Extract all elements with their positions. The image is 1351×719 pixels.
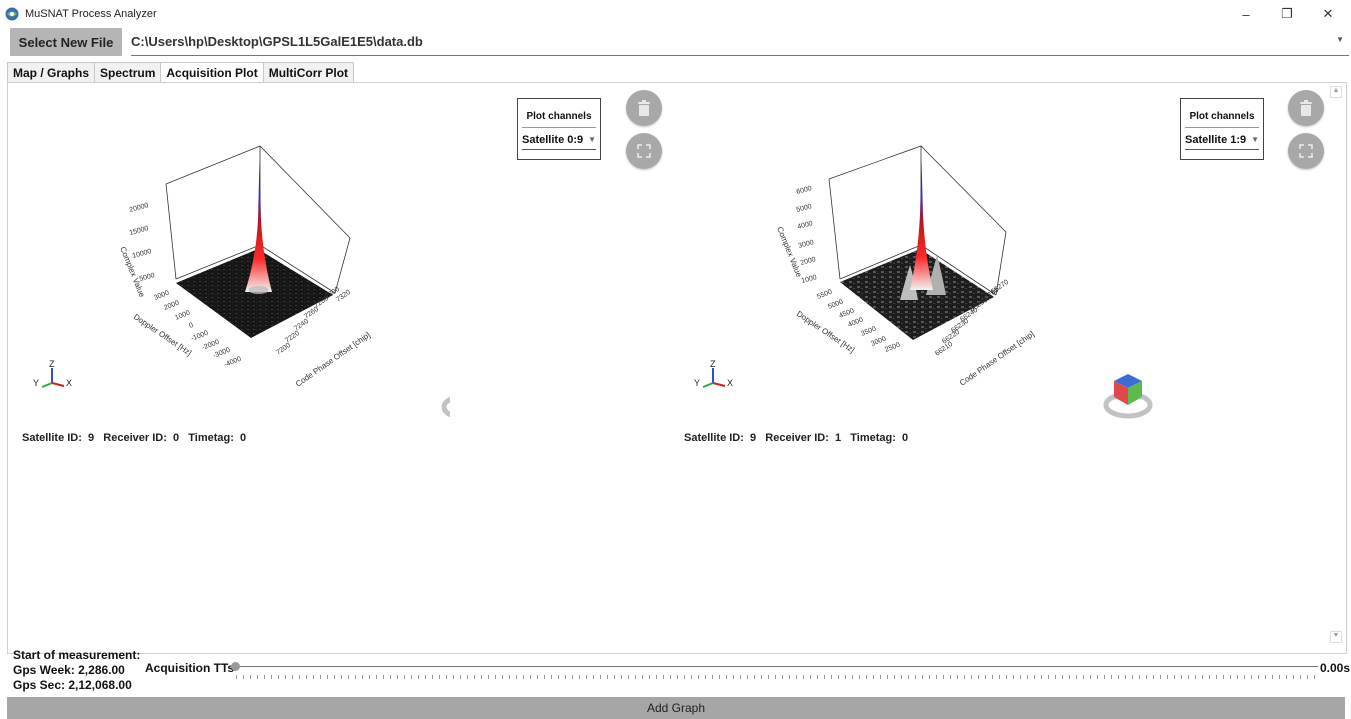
file-path-combobox[interactable]: C:\Users\hp\Desktop\GPSL1L5GalE1E5\data.… — [131, 28, 1349, 56]
plot-channels-title: Plot channels — [1189, 111, 1255, 122]
x-tick: 2000 — [163, 299, 180, 311]
select-new-file-button[interactable]: Select New File — [10, 28, 122, 56]
close-button[interactable]: ✕ — [1308, 2, 1348, 26]
scroll-down-arrow[interactable]: ▼ — [1330, 631, 1342, 643]
title-bar: MuSNAT Process Analyzer – ❐ ✕ — [0, 0, 1351, 28]
delete-graph-button[interactable] — [626, 90, 662, 126]
x-axis-label: Doppler Offset [Hz] — [132, 312, 193, 357]
channel-select-value: Satellite 1:9 — [1185, 134, 1247, 146]
x-tick: -1000 — [190, 330, 209, 343]
z-tick: 1000 — [801, 274, 818, 285]
add-graph-button[interactable]: Add Graph — [7, 697, 1345, 719]
channel-select[interactable]: Satellite 1:9 ▼ — [1185, 131, 1259, 150]
fullscreen-icon — [1299, 144, 1313, 158]
z-tick: 3000 — [798, 239, 815, 250]
x-tick: -3000 — [212, 347, 231, 360]
z-tick: 5000 — [796, 203, 813, 214]
chevron-down-icon[interactable]: ▼ — [1336, 35, 1344, 44]
view-cube-icon[interactable] — [441, 376, 450, 418]
tab-spectrum[interactable]: Spectrum — [94, 62, 162, 83]
x-tick: 0 — [188, 322, 194, 330]
y-axis-label: Code Phase Offset [chip] — [294, 330, 372, 388]
divider — [1185, 127, 1259, 128]
x-tick: 5000 — [827, 298, 844, 310]
y-tick: 66270 — [990, 279, 1010, 296]
triad-x-label: X — [727, 378, 733, 388]
y-axis-label: Code Phase Offset [chip] — [958, 329, 1036, 387]
plot-channels-title: Plot channels — [526, 111, 592, 122]
triad-z-label: Z — [710, 359, 716, 369]
acquisition-3d-plot-1[interactable]: 20000 15000 10000 5000 Complex Value 300… — [20, 110, 450, 430]
trash-icon — [1300, 100, 1312, 116]
tab-multicorr-plot[interactable]: MultiCorr Plot — [262, 62, 355, 83]
fullscreen-button[interactable] — [1288, 133, 1324, 169]
plot-channels-group-2: Plot channels Satellite 1:9 ▼ — [1180, 98, 1264, 160]
plot-channels-group-1: Plot channels Satellite 0:9 ▼ — [517, 98, 601, 160]
divider — [522, 127, 596, 128]
measurement-info: Start of measurement: Gps Week: 2,286.00… — [13, 648, 140, 693]
x-tick: 1000 — [174, 309, 191, 321]
window-title: MuSNAT Process Analyzer — [25, 8, 157, 20]
fullscreen-icon — [637, 144, 651, 158]
z-axis-label: Complex Value — [775, 225, 804, 279]
file-path-text: C:\Users\hp\Desktop\GPSL1L5GalE1E5\data.… — [131, 34, 423, 49]
chevron-down-icon[interactable]: ▼ — [588, 135, 596, 144]
satellite-info-1: Satellite ID: 9 Receiver ID: 0 Timetag: … — [22, 432, 247, 444]
x-tick: 4500 — [838, 307, 855, 319]
x-tick: -4000 — [223, 356, 242, 369]
fullscreen-button[interactable] — [626, 133, 662, 169]
chevron-down-icon[interactable]: ▼ — [1251, 135, 1259, 144]
y-tick: 7220 — [284, 330, 301, 345]
view-cube-icon[interactable] — [1103, 374, 1153, 419]
satellite-info-2: Satellite ID: 9 Receiver ID: 1 Timetag: … — [684, 432, 909, 444]
scroll-up-arrow[interactable]: ▲ — [1330, 86, 1342, 98]
z-tick: 20000 — [129, 202, 150, 214]
axis-triad-icon: Z Y X — [694, 359, 733, 388]
x-tick: 3000 — [153, 289, 170, 301]
x-tick: 2500 — [884, 341, 901, 353]
x-tick: 3000 — [870, 335, 887, 347]
minimize-button[interactable]: – — [1226, 2, 1266, 26]
trash-icon — [638, 100, 650, 116]
x-tick: 5500 — [816, 288, 833, 300]
app-logo-icon — [5, 7, 19, 21]
z-tick: 15000 — [129, 225, 150, 237]
channel-select[interactable]: Satellite 0:9 ▼ — [522, 131, 596, 150]
triad-z-label: Z — [49, 359, 55, 369]
triad-y-label: Y — [33, 378, 39, 388]
channel-select-value: Satellite 0:9 — [522, 134, 584, 146]
slider-ticks — [236, 675, 1318, 679]
z-tick: 10000 — [132, 248, 153, 260]
tab-acquisition-plot[interactable]: Acquisition Plot — [160, 62, 264, 83]
acquisition-slider-handle[interactable] — [231, 662, 240, 671]
z-tick: 2000 — [800, 256, 817, 267]
measurement-title: Start of measurement: — [13, 648, 141, 662]
x-tick: 4000 — [847, 316, 864, 328]
acquisition-3d-plot-2[interactable]: 6000 5000 4000 3000 2000 1000 Complex Va… — [680, 110, 1180, 430]
delete-graph-button[interactable] — [1288, 90, 1324, 126]
peak-base — [248, 286, 269, 294]
triad-x-label: X — [66, 378, 72, 388]
axis-triad-icon: Z Y X — [33, 359, 72, 388]
acquisition-tts-label: Acquisition TTs — [145, 661, 235, 675]
tab-bar: Map / Graphs Spectrum Acquisition Plot M… — [7, 62, 355, 83]
triad-y-label: Y — [694, 378, 700, 388]
gps-sec: Gps Sec: 2,12,068.00 — [13, 678, 132, 692]
z-tick: 6000 — [796, 185, 813, 196]
slider-value: 0.00s — [1320, 661, 1351, 675]
x-tick: -2000 — [201, 339, 220, 352]
y-tick: 7200 — [275, 342, 292, 357]
restore-button[interactable]: ❐ — [1267, 2, 1307, 26]
tab-map-graphs[interactable]: Map / Graphs — [7, 62, 96, 83]
x-tick: 3500 — [860, 325, 877, 337]
gps-week: Gps Week: 2,286.00 — [13, 663, 125, 677]
z-tick: 4000 — [797, 220, 814, 231]
acquisition-slider-track[interactable] — [236, 666, 1318, 667]
